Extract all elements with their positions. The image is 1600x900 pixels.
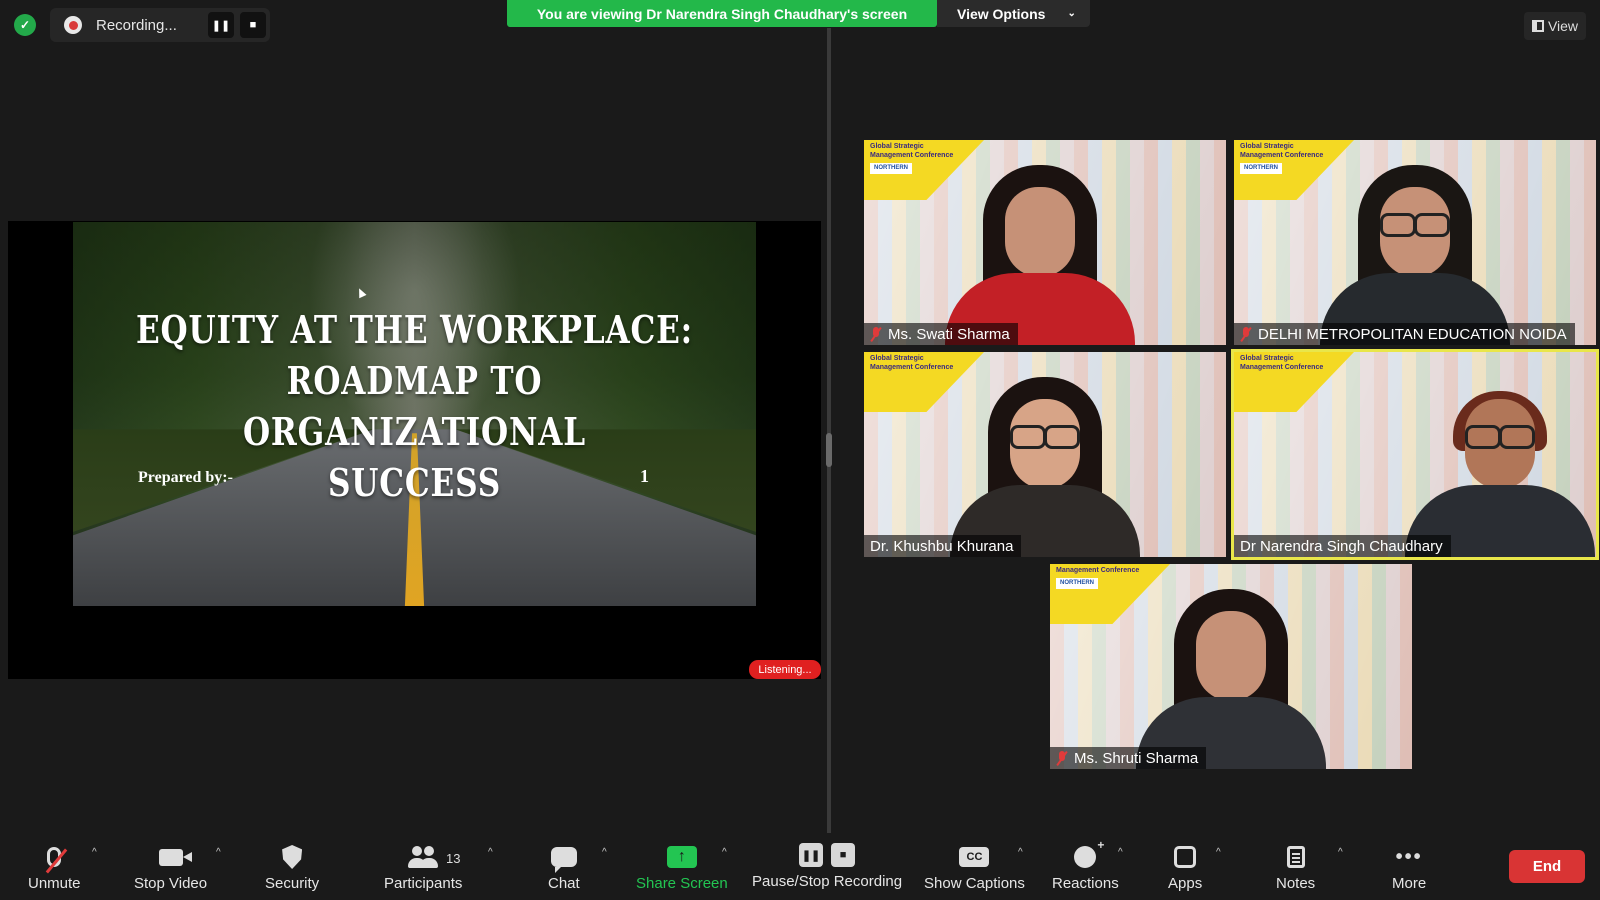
conference-logo: Global Strategic Management Conference [1240, 355, 1324, 371]
share-screen-button[interactable]: ↑ Share Screen [636, 843, 728, 892]
show-captions-button[interactable]: CC Show Captions [924, 843, 1025, 892]
more-dots-icon: ••• [1395, 845, 1423, 868]
viewing-screen-banner: You are viewing Dr Narendra Singh Chaudh… [507, 0, 937, 27]
recording-indicator: Recording... ❚❚ ■ [50, 8, 270, 42]
closed-captions-icon: CC [959, 847, 990, 867]
pause-icon: ❚❚ [799, 843, 824, 867]
conference-logo: Global Strategic Management Conference NOR… [1240, 142, 1332, 174]
participant-name: DELHI METROPOLITAN EDUCATION NOIDA [1258, 325, 1567, 343]
add-reaction-icon [1074, 838, 1104, 868]
show-captions-label: Show Captions [924, 875, 1025, 892]
share-options-caret-icon[interactable]: ^ [722, 847, 727, 858]
apps-options-caret-icon[interactable]: ^ [1216, 847, 1221, 858]
reactions-options-caret-icon[interactable]: ^ [1118, 847, 1123, 858]
participant-video [1136, 589, 1326, 769]
chat-options-caret-icon[interactable]: ^ [602, 847, 607, 858]
video-camera-icon [158, 848, 192, 866]
participants-label: Participants [384, 875, 463, 892]
zoom-meeting-window: ✓ Recording... ❚❚ ■ You are viewing Dr N… [0, 0, 1600, 900]
share-screen-arrow-icon: ↑ [666, 846, 697, 868]
end-meeting-button[interactable]: End [1509, 850, 1585, 883]
participant-name: Dr Narendra Singh Chaudhary [1240, 537, 1443, 555]
view-options-label: View Options [957, 5, 1046, 22]
participants-options-caret-icon[interactable]: ^ [488, 847, 493, 858]
view-options-dropdown[interactable]: View Options ⌄ [937, 0, 1090, 27]
participant-video [945, 165, 1135, 345]
unmute-label: Unmute [28, 875, 81, 892]
slide-number: 1 [640, 466, 649, 486]
layout-icon [1531, 20, 1544, 32]
notes-icon [1286, 846, 1305, 868]
participants-icon [408, 846, 438, 868]
conference-logo: Global Strategic Management Conference [870, 355, 954, 371]
view-label: View [1547, 18, 1579, 34]
microphone-muted-icon [45, 847, 68, 874]
listening-badge: Listening... [749, 660, 821, 679]
slide-prepared-by: Prepared by:- [138, 469, 233, 486]
chat-label: Chat [548, 875, 580, 892]
security-button[interactable]: Security [265, 843, 319, 892]
apps-icon [1174, 846, 1197, 868]
participant-video [1405, 377, 1595, 557]
participant-name-tag: DELHI METROPOLITAN EDUCATION NOIDA [1234, 323, 1575, 345]
mic-muted-icon [1056, 750, 1068, 766]
participant-tile-narendra-singh-chaudhary[interactable]: Global Strategic Management Conference Dr… [1231, 349, 1599, 560]
presentation-slide: EQUITY AT THE WORKPLACE: ROADMAP TO ORGA… [73, 222, 756, 606]
participant-tile-khushbu-khurana[interactable]: Global Strategic Management Conference Dr… [864, 352, 1226, 557]
stop-recording-button[interactable]: ■ [240, 12, 266, 38]
security-shield-icon [282, 845, 303, 869]
conference-logo: Management Conference NORTHERN [1056, 566, 1148, 589]
stop-video-button[interactable]: Stop Video [134, 843, 207, 892]
video-options-caret-icon[interactable]: ^ [216, 847, 221, 858]
split-divider [827, 28, 831, 833]
record-dot-icon [64, 16, 82, 34]
reactions-label: Reactions [1052, 875, 1119, 892]
participant-name-tag: Dr. Khushbu Khurana [864, 535, 1022, 557]
participant-video [1320, 165, 1510, 345]
encryption-shield-icon[interactable]: ✓ [14, 14, 36, 36]
participants-count: 13 [446, 851, 461, 866]
more-button[interactable]: ••• More [1392, 843, 1427, 893]
split-drag-handle[interactable] [826, 433, 832, 467]
recording-label: Recording... [96, 16, 177, 34]
stop-icon: ■ [831, 843, 856, 867]
unmute-button[interactable]: Unmute [28, 843, 81, 892]
notes-button[interactable]: Notes [1276, 843, 1315, 892]
participant-tile-delhi-metropolitan[interactable]: Global Strategic Management Conference NOR… [1234, 140, 1596, 345]
meeting-toolbar: Unmute ^ Stop Video ^ Security Participa… [0, 833, 1600, 900]
participant-name-tag: Ms. Shruti Sharma [1050, 747, 1207, 769]
share-screen-label: Share Screen [636, 875, 728, 892]
mic-muted-icon [1240, 326, 1252, 342]
captions-options-caret-icon[interactable]: ^ [1018, 847, 1023, 858]
slide-title-line-1: EQUITY AT THE WORKPLACE: [135, 307, 694, 352]
stop-video-label: Stop Video [134, 875, 208, 892]
slide-title-line-2: ROADMAP TO ORGANIZATIONAL [242, 358, 587, 454]
audio-options-caret-icon[interactable]: ^ [92, 847, 97, 858]
pause-stop-recording-button[interactable]: ❚❚ ■ Pause/Stop Recording [752, 841, 902, 890]
chat-bubble-icon [550, 847, 577, 873]
chat-button[interactable]: Chat [548, 843, 580, 892]
mic-muted-icon [870, 326, 882, 342]
reactions-button[interactable]: Reactions [1052, 838, 1119, 892]
participant-name: Ms. Shruti Sharma [1074, 749, 1199, 767]
participant-tile-shruti-sharma[interactable]: Management Conference NORTHERN Ms. Shruti… [1050, 564, 1412, 769]
notes-label: Notes [1276, 875, 1316, 892]
participant-name: Ms. Swati Sharma [888, 325, 1010, 343]
more-label: More [1392, 875, 1427, 892]
chevron-down-icon: ⌄ [1067, 8, 1076, 19]
apps-button[interactable]: Apps [1168, 843, 1202, 892]
participant-tile-swati-sharma[interactable]: Global Strategic Management Conference NOR… [864, 140, 1226, 345]
participant-name: Dr. Khushbu Khurana [870, 537, 1014, 555]
pause-recording-button[interactable]: ❚❚ [208, 12, 234, 38]
notes-options-caret-icon[interactable]: ^ [1338, 847, 1343, 858]
view-button[interactable]: View [1524, 12, 1586, 40]
apps-label: Apps [1168, 875, 1203, 892]
security-label: Security [265, 875, 320, 892]
participant-name-tag: Dr Narendra Singh Chaudhary [1234, 535, 1451, 557]
shared-screen: EQUITY AT THE WORKPLACE: ROADMAP TO ORGA… [8, 221, 821, 679]
pause-stop-recording-label: Pause/Stop Recording [752, 873, 903, 890]
participant-video [950, 377, 1140, 557]
participant-name-tag: Ms. Swati Sharma [864, 323, 1018, 345]
